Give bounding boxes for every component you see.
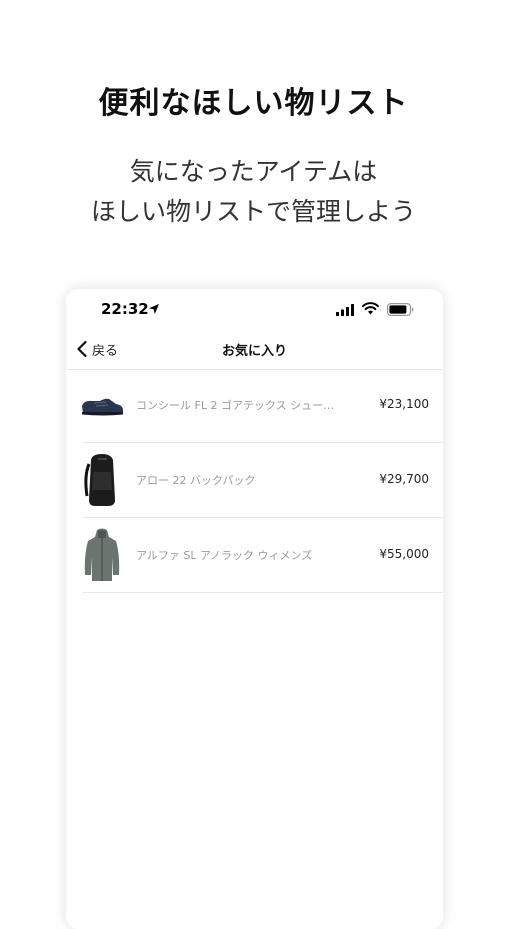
list-item[interactable]: コンシール FL 2 ゴアテックス シュー… ¥23,100 bbox=[66, 368, 443, 443]
list-item[interactable]: アロー 22 バックパック ¥29,700 bbox=[66, 443, 443, 518]
item-price: ¥23,100 bbox=[379, 397, 429, 411]
phone-screen: 22:32 戻る お気に入り コンシール FL 2 ゴアテックス シュー… ¥2… bbox=[66, 289, 443, 929]
location-arrow-icon bbox=[149, 304, 159, 314]
list-item[interactable]: アルファ SL アノラック ウィメンズ ¥55,000 bbox=[66, 518, 443, 593]
navigation-bar: 戻る お気に入り bbox=[66, 329, 443, 370]
promo-subtitle-line-2: ほしい物リストで管理しよう bbox=[90, 197, 416, 226]
promo-subtitle-line-1: 気になったアイテムは bbox=[129, 157, 378, 186]
item-name: コンシール FL 2 ゴアテックス シュー… bbox=[136, 399, 335, 412]
wifi-icon bbox=[362, 302, 379, 315]
item-name: アルファ SL アノラック ウィメンズ bbox=[136, 549, 313, 562]
anorak-jacket-icon bbox=[84, 528, 120, 581]
backpack-icon bbox=[84, 454, 115, 506]
hiking-shoe-icon bbox=[82, 398, 123, 416]
item-price: ¥29,700 bbox=[379, 472, 429, 486]
page-title: お気に入り bbox=[221, 344, 287, 359]
favorites-list: コンシール FL 2 ゴアテックス シュー… ¥23,100 アロー 22 バッ… bbox=[66, 368, 443, 593]
row-divider bbox=[83, 592, 443, 593]
status-bar: 22:32 bbox=[66, 289, 443, 329]
item-price: ¥55,000 bbox=[379, 547, 429, 561]
promo-subtitle: 気になったアイテムは ほしい物リストで管理しよう bbox=[0, 152, 507, 232]
status-time: 22:32 bbox=[101, 300, 149, 318]
signal-bars-icon bbox=[336, 304, 354, 316]
battery-icon bbox=[387, 303, 414, 316]
item-name: アロー 22 バックパック bbox=[136, 474, 256, 487]
promo-title: 便利なほしい物リスト bbox=[98, 86, 409, 121]
